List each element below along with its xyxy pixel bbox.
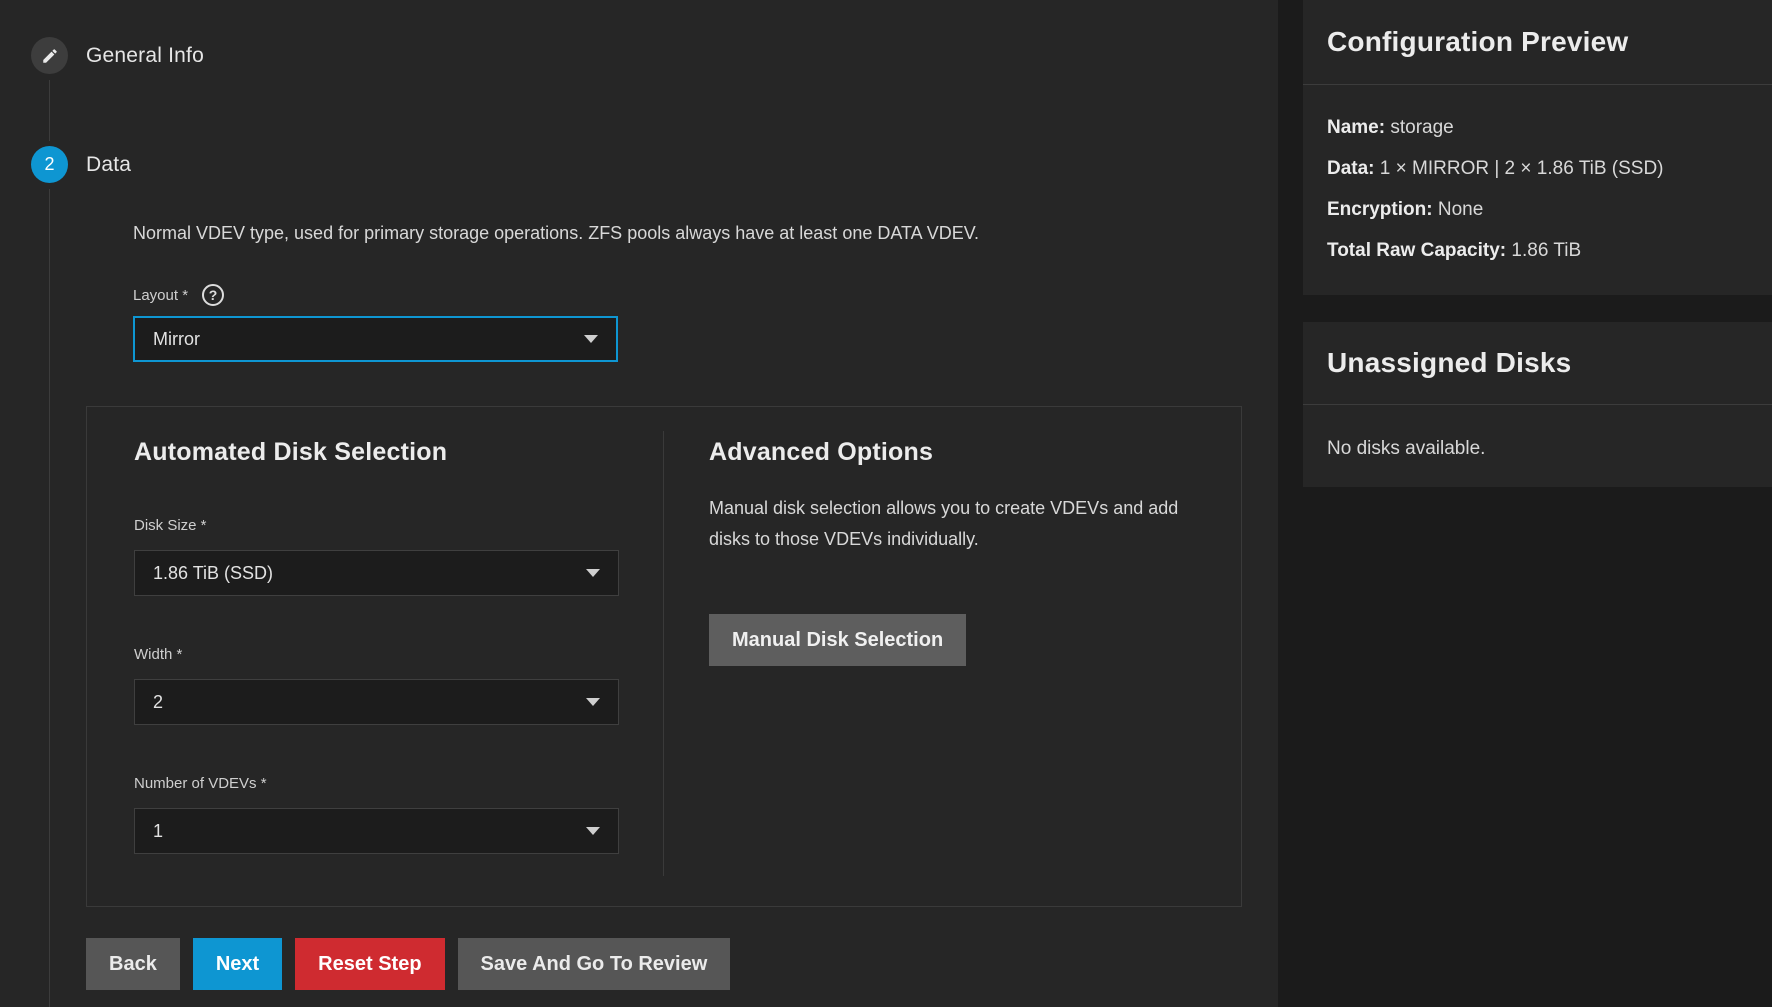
preview-capacity-value: 1.86 TiB [1511, 240, 1581, 261]
layout-select-value: Mirror [153, 329, 200, 350]
preview-row-name: Name: storage [1327, 107, 1748, 148]
advanced-options-title: Advanced Options [709, 437, 1197, 467]
step-number: 2 [44, 154, 54, 175]
preview-encryption-label: Encryption: [1327, 199, 1433, 220]
next-button[interactable]: Next [193, 938, 282, 990]
step-data-label[interactable]: Data [86, 153, 131, 177]
configuration-preview-card: Configuration Preview Name: storage Data… [1303, 0, 1772, 295]
layout-label: Layout * [133, 287, 188, 304]
unassigned-disks-title: Unassigned Disks [1303, 322, 1772, 405]
configuration-preview-title: Configuration Preview [1303, 0, 1772, 85]
advanced-options-description: Manual disk selection allows you to crea… [709, 493, 1179, 555]
width-select[interactable]: 2 [134, 679, 619, 725]
chevron-down-icon [586, 698, 600, 706]
step-actions: Back Next Reset Step Save And Go To Revi… [86, 938, 730, 990]
stepper-connector [49, 189, 50, 1007]
automated-disk-selection-title: Automated Disk Selection [134, 437, 634, 467]
step-data-circle[interactable]: 2 [31, 146, 68, 183]
edit-pencil-icon [41, 47, 59, 65]
number-of-vdevs-label: Number of VDEVs * [134, 775, 634, 793]
number-of-vdevs-select[interactable]: 1 [134, 808, 619, 854]
preview-name-value: storage [1390, 117, 1453, 138]
preview-capacity-label: Total Raw Capacity: [1327, 240, 1506, 261]
preview-data-value: 1 × MIRROR | 2 × 1.86 TiB (SSD) [1380, 158, 1664, 179]
chevron-down-icon [584, 335, 598, 343]
preview-data-label: Data: [1327, 158, 1375, 179]
chevron-down-icon [586, 827, 600, 835]
unassigned-disks-card: Unassigned Disks No disks available. [1303, 322, 1772, 487]
layout-select[interactable]: Mirror [133, 316, 618, 362]
preview-row-encryption: Encryption: None [1327, 189, 1748, 230]
disk-size-select[interactable]: 1.86 TiB (SSD) [134, 550, 619, 596]
width-value: 2 [153, 692, 163, 713]
step-general-info-label[interactable]: General Info [86, 44, 204, 68]
no-disks-message: No disks available. [1327, 427, 1748, 460]
help-icon[interactable]: ? [202, 284, 224, 306]
width-label: Width * [134, 646, 634, 664]
preview-row-capacity: Total Raw Capacity: 1.86 TiB [1327, 230, 1748, 271]
disk-size-value: 1.86 TiB (SSD) [153, 563, 273, 584]
preview-name-label: Name: [1327, 117, 1385, 138]
disk-selection-card: Automated Disk Selection Disk Size * 1.8… [86, 406, 1242, 907]
step-general-info-circle[interactable] [31, 37, 68, 74]
preview-encryption-value: None [1438, 199, 1483, 220]
column-divider [663, 431, 664, 876]
data-vdev-description: Normal VDEV type, used for primary stora… [133, 223, 979, 244]
pool-wizard-main: General Info 2 Data Normal VDEV type, us… [0, 0, 1278, 1007]
stepper-connector [49, 80, 50, 141]
chevron-down-icon [586, 569, 600, 577]
back-button[interactable]: Back [86, 938, 180, 990]
save-and-go-to-review-button[interactable]: Save And Go To Review [458, 938, 731, 990]
preview-row-data: Data: 1 × MIRROR | 2 × 1.86 TiB (SSD) [1327, 148, 1748, 189]
manual-disk-selection-button[interactable]: Manual Disk Selection [709, 614, 966, 666]
number-of-vdevs-value: 1 [153, 821, 163, 842]
disk-size-label: Disk Size * [134, 517, 634, 535]
reset-step-button[interactable]: Reset Step [295, 938, 444, 990]
